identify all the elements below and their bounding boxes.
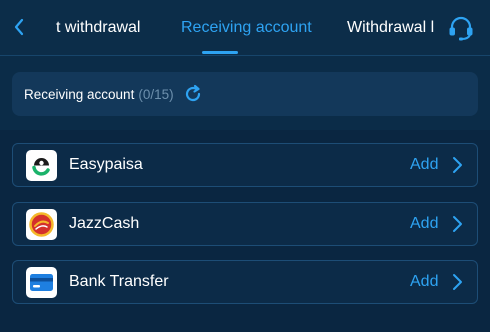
payment-method-list: Easypaisa Add JazzCash Add Bank Transfer… <box>0 130 490 332</box>
app-root: t withdrawal Receiving account Withdrawa… <box>0 0 490 332</box>
tab-strip: t withdrawal Receiving account Withdrawa… <box>34 0 438 56</box>
method-row-bank-transfer[interactable]: Bank Transfer Add <box>12 260 478 304</box>
tab-withdrawal[interactable]: t withdrawal <box>56 0 140 56</box>
method-row-easypaisa[interactable]: Easypaisa Add <box>12 143 478 187</box>
add-button[interactable]: Add <box>410 203 438 245</box>
refresh-button[interactable] <box>182 83 204 105</box>
add-button[interactable]: Add <box>410 144 438 186</box>
easypaisa-logo <box>26 150 57 181</box>
tab-withdrawal-log[interactable]: Withdrawal l <box>347 0 434 56</box>
chevron-right-icon <box>453 274 462 290</box>
back-button[interactable] <box>8 16 30 38</box>
method-name: JazzCash <box>69 215 140 232</box>
chevron-right-icon <box>453 157 462 173</box>
customer-support-button[interactable] <box>446 13 476 43</box>
method-row-jazzcash[interactable]: JazzCash Add <box>12 202 478 246</box>
chevron-left-icon <box>14 18 24 36</box>
add-button[interactable]: Add <box>410 261 438 303</box>
receiving-account-bar: Receiving account (0/15) <box>12 72 478 116</box>
method-name: Easypaisa <box>69 156 143 173</box>
chevron-right-icon <box>453 216 462 232</box>
headset-icon <box>449 16 473 41</box>
refresh-icon <box>185 84 200 102</box>
method-name: Bank Transfer <box>69 273 169 290</box>
top-bar: t withdrawal Receiving account Withdrawa… <box>0 0 490 56</box>
bank-card-icon <box>26 267 57 298</box>
tab-receiving-account[interactable]: Receiving account <box>181 0 312 56</box>
jazzcash-logo <box>26 209 57 240</box>
active-tab-indicator <box>202 51 238 54</box>
receiving-account-label: Receiving account <box>24 86 135 102</box>
receiving-account-count: (0/15) <box>138 86 174 102</box>
